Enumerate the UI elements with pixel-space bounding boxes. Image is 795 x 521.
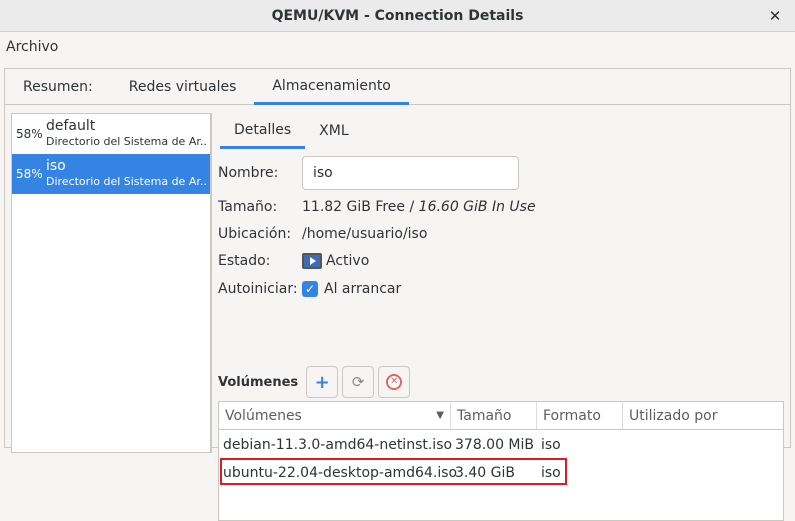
volumes-table-header: Volúmenes ▼ Tamaño Formato Utilizado por [219, 402, 783, 430]
volumes-table: Volúmenes ▼ Tamaño Formato Utilizado por… [218, 401, 784, 521]
pool-usage-percent: 58% [16, 167, 43, 181]
sort-down-icon: ▼ [436, 410, 444, 421]
pool-name: default [46, 118, 96, 134]
pool-text: default Directorio del Sistema de Ar... [46, 118, 208, 150]
tab-detalles-label: Detalles [234, 121, 292, 138]
column-format-label: Formato [543, 407, 601, 424]
menu-bar: Archivo [0, 32, 795, 62]
table-row[interactable]: debian-11.3.0-amd64-netinst.iso 378.00 M… [219, 432, 783, 458]
details-notebook: Resumen: Redes virtuales Almacenamiento … [4, 68, 791, 521]
pool-usage-percent: 58% [16, 127, 43, 141]
volume-format: iso [541, 465, 561, 481]
tab-redes-virtuales[interactable]: Redes virtuales [111, 69, 255, 105]
autostart-label: Autoiniciar: [218, 281, 298, 297]
delete-volume-button[interactable]: ✕ [378, 366, 411, 398]
volumes-toolbar: Volúmenes + ⟳ ✕ [218, 366, 414, 398]
pool-detail-panel: Detalles XML Nombre: Tamaño: 11.82 GiB F… [211, 113, 791, 521]
location-row: Ubicación: /home/usuario/iso [218, 222, 427, 246]
delete-icon: ✕ [386, 374, 403, 390]
pool-text: iso Directorio del Sistema de Ar... [46, 158, 208, 190]
column-volumes-label: Volúmenes [225, 407, 302, 424]
volume-name: ubuntu-22.04-desktop-amd64.iso [223, 465, 458, 481]
location-value: /home/usuario/iso [302, 226, 428, 242]
size-row: Tamaño: 11.82 GiB Free / 16.60 GiB In Us… [218, 195, 536, 219]
column-used-by-label: Utilizado por [629, 407, 718, 424]
running-monitor-icon [302, 253, 322, 269]
tab-colon: : [88, 79, 93, 95]
title-bar: QEMU/KVM - Connection Details ✕ [0, 0, 795, 32]
pool-item-iso[interactable]: 58% iso Directorio del Sistema de Ar... [12, 154, 210, 194]
storage-pool-list: 58% default Directorio del Sistema de Ar… [11, 113, 211, 453]
volumes-title: Volúmenes [218, 374, 299, 390]
tab-redes-label: Redes virtuales [128, 79, 237, 95]
autostart-checkbox[interactable]: ✓ [302, 281, 318, 297]
menu-archivo[interactable]: Archivo [6, 39, 58, 55]
plus-icon: + [314, 371, 330, 393]
tab-almacenamiento[interactable]: Almacenamiento [254, 69, 409, 105]
state-row: Estado: Activo [218, 249, 369, 273]
refresh-volumes-button[interactable]: ⟳ [342, 366, 375, 398]
size-label: Tamaño: [218, 199, 278, 215]
pool-item-default[interactable]: 58% default Directorio del Sistema de Ar… [12, 114, 210, 154]
refresh-icon: ⟳ [351, 373, 365, 391]
location-label: Ubicación: [218, 226, 292, 242]
tab-xml-label: XML [319, 123, 349, 139]
pool-name: iso [46, 158, 66, 174]
close-icon[interactable]: ✕ [765, 6, 785, 26]
tab-detalles[interactable]: Detalles [220, 113, 306, 149]
window-title: QEMU/KVM - Connection Details [271, 7, 524, 24]
name-label: Nombre: [218, 165, 279, 181]
pool-description: Directorio del Sistema de Ar... [46, 175, 208, 188]
column-header-used-by[interactable]: Utilizado por [623, 402, 783, 429]
column-header-size[interactable]: Tamaño [451, 402, 537, 429]
volume-size: 378.00 MiB [455, 437, 535, 453]
size-free: 11.82 GiB Free / [302, 199, 419, 215]
name-row: Nombre: [218, 156, 519, 190]
volume-format: iso [541, 437, 561, 453]
column-size-label: Tamaño [457, 407, 512, 424]
autostart-row: Autoiniciar: ✓ Al arrancar [218, 277, 401, 301]
column-header-format[interactable]: Formato [537, 402, 623, 429]
table-row[interactable]: ubuntu-22.04-desktop-amd64.iso 3.40 GiB … [219, 460, 783, 486]
main-tabs: Resumen: Redes virtuales Almacenamiento [5, 69, 790, 105]
size-used: 16.60 GiB In Use [418, 199, 536, 215]
column-header-volumes[interactable]: Volúmenes ▼ [219, 402, 451, 429]
tab-resumen-label: Resumen [23, 79, 89, 95]
tab-almacenamiento-label: Almacenamiento [272, 77, 391, 94]
tab-xml[interactable]: XML [305, 113, 362, 149]
volume-size: 3.40 GiB [455, 465, 515, 481]
state-label: Estado: [218, 253, 271, 269]
name-field[interactable] [302, 156, 519, 190]
volume-name: debian-11.3.0-amd64-netinst.iso [223, 437, 453, 453]
pool-description: Directorio del Sistema de Ar... [46, 135, 208, 148]
tab-resumen[interactable]: Resumen: [5, 69, 111, 105]
add-volume-button[interactable]: + [306, 366, 339, 398]
autostart-value: Al arrancar [324, 281, 402, 297]
state-value: Activo [326, 253, 370, 269]
detail-subtabs: Detalles XML [220, 113, 791, 149]
